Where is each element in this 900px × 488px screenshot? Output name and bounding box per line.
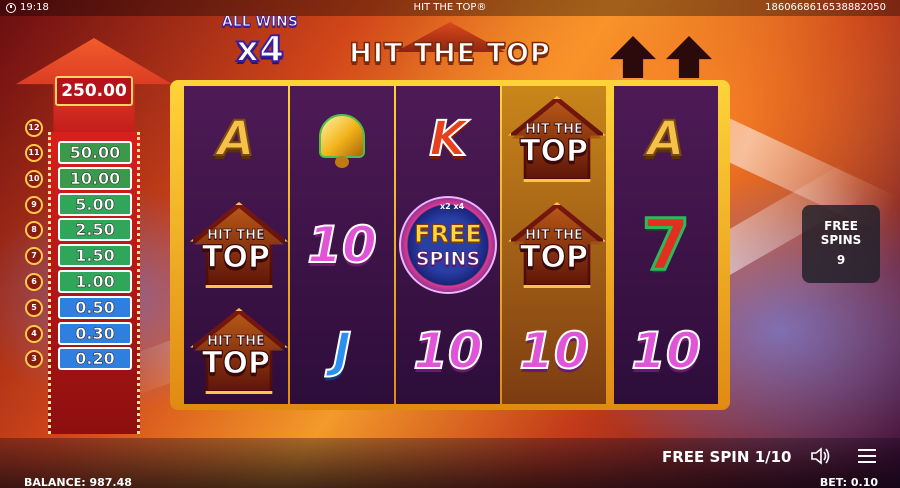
symbol-10: 10 [412, 321, 484, 381]
symbol-text: TOP [201, 239, 270, 275]
ladder-rung-value: 0.50 [58, 295, 132, 319]
free-spins-panel: FREE SPINS 9 [802, 205, 880, 283]
reel-cell: HIT THE TOP [184, 298, 288, 404]
symbol-text: SPINS [415, 248, 481, 271]
symbol-10: 10 [630, 321, 702, 381]
symbol-text: x2 x4 [440, 202, 465, 211]
ladder-rung-value: 5.00 [58, 192, 132, 216]
reel-cell [290, 86, 394, 192]
ladder-rung-value: 0.20 [58, 347, 132, 371]
reel-cell: A [184, 86, 288, 192]
multiplier-value: x4 [235, 29, 285, 71]
reel-cell: J [290, 298, 394, 404]
symbol-text: TOP [201, 345, 270, 381]
bet-value: 0.10 [850, 476, 878, 488]
reel-cell: x2 x4 FREE SPINS [396, 192, 500, 298]
reel-4: HIT THE TOP HIT THE TOP 10 [502, 86, 606, 404]
ladder-level-number: 10 [25, 169, 43, 188]
symbol-a: A [216, 110, 255, 168]
bell-icon [311, 110, 373, 168]
ladder-rung-value: 2.50 [58, 218, 132, 242]
ladder-level-number: 6 [25, 273, 43, 291]
reel-3: Kx2 x4 FREE SPINS 10 [396, 86, 500, 404]
menu-icon[interactable] [858, 449, 876, 463]
reel-2: 10 J [290, 86, 394, 404]
up-arrow-icon [610, 36, 656, 78]
ladder-level-number: 5 [25, 298, 43, 317]
ladder-level-number: 4 [25, 324, 43, 343]
game-logo: HIT THE TOP [349, 37, 551, 70]
symbol-10: 10 [306, 215, 378, 275]
session-id: 1860668616538882050 [765, 2, 886, 13]
reel-cell: A [614, 86, 718, 192]
multiplier-label: ALL WINS [221, 14, 298, 31]
ladder-rung-value: 1.50 [58, 244, 132, 268]
bet-label: BET: [819, 476, 848, 488]
hit-the-top-symbol: HIT THE TOP [184, 304, 288, 398]
symbol-j: J [332, 322, 352, 380]
hit-the-top-symbol: HIT THE TOP [502, 92, 606, 186]
up-arrows-decoration [610, 36, 712, 78]
symbol-text: TOP [519, 133, 588, 169]
balance-label: BALANCE: [24, 476, 86, 488]
ladder-level-number: 9 [25, 195, 43, 214]
status-bar: 19:18 HIT THE TOP® 1860668616538882050 [0, 0, 900, 16]
symbol-text: FREE [414, 220, 483, 249]
all-wins-multiplier: ALL WINS x4 [212, 14, 308, 86]
symbol-7: 7 [640, 203, 692, 288]
reel-cell: 10 [502, 298, 606, 404]
free-spins-count: 9 [836, 253, 846, 267]
balance-value: 987.48 [89, 476, 132, 488]
free-spin-label: FREE SPIN [662, 448, 750, 466]
up-arrow-icon [666, 36, 712, 78]
sound-icon[interactable] [810, 446, 832, 466]
reel-cell: 10 [614, 298, 718, 404]
reel-cell: 7 [614, 192, 718, 298]
symbol-k: K [428, 110, 467, 168]
symbol-10: 10 [518, 321, 590, 381]
reel-cell: K [396, 86, 500, 192]
reel-cell: 10 [396, 298, 500, 404]
reel-cell: HIT THE TOP [502, 86, 606, 192]
balance: BALANCE: 987.48 [24, 476, 132, 488]
ladder-rung-value: 0.30 [58, 321, 132, 345]
reel-1: A HIT THE TOP HIT THE TOP [184, 86, 288, 404]
ladder-rung-value: 1.00 [58, 270, 132, 293]
free-spins-symbol: x2 x4 FREE SPINS [399, 196, 497, 294]
ladder-level-number: 12 [25, 119, 43, 137]
free-spins-label: FREE SPINS [820, 219, 862, 247]
ladder-level-number: 11 [25, 144, 43, 162]
reel-cell: HIT THE TOP [184, 192, 288, 298]
bottom-bar: FREE SPIN 1/10 [0, 438, 900, 488]
free-spin-count: 1/10 [754, 448, 792, 466]
reel-cell: 10 [290, 192, 394, 298]
reel-cell: HIT THE TOP [502, 192, 606, 298]
symbol-a: A [646, 110, 685, 168]
bet: BET: 0.10 [820, 476, 878, 488]
free-spin-progress: FREE SPIN 1/10 [662, 448, 791, 466]
hit-the-top-symbol: HIT THE TOP [502, 198, 606, 292]
reel-5: A 7 10 [614, 86, 718, 404]
hit-the-top-symbol: HIT THE TOP [184, 198, 288, 292]
ladder-rung-value: 50.00 [58, 141, 132, 164]
ladder-top-prize: 250.00 [55, 76, 133, 106]
symbol-text: TOP [519, 239, 588, 275]
ladder-rung-value: 10.00 [58, 166, 132, 190]
